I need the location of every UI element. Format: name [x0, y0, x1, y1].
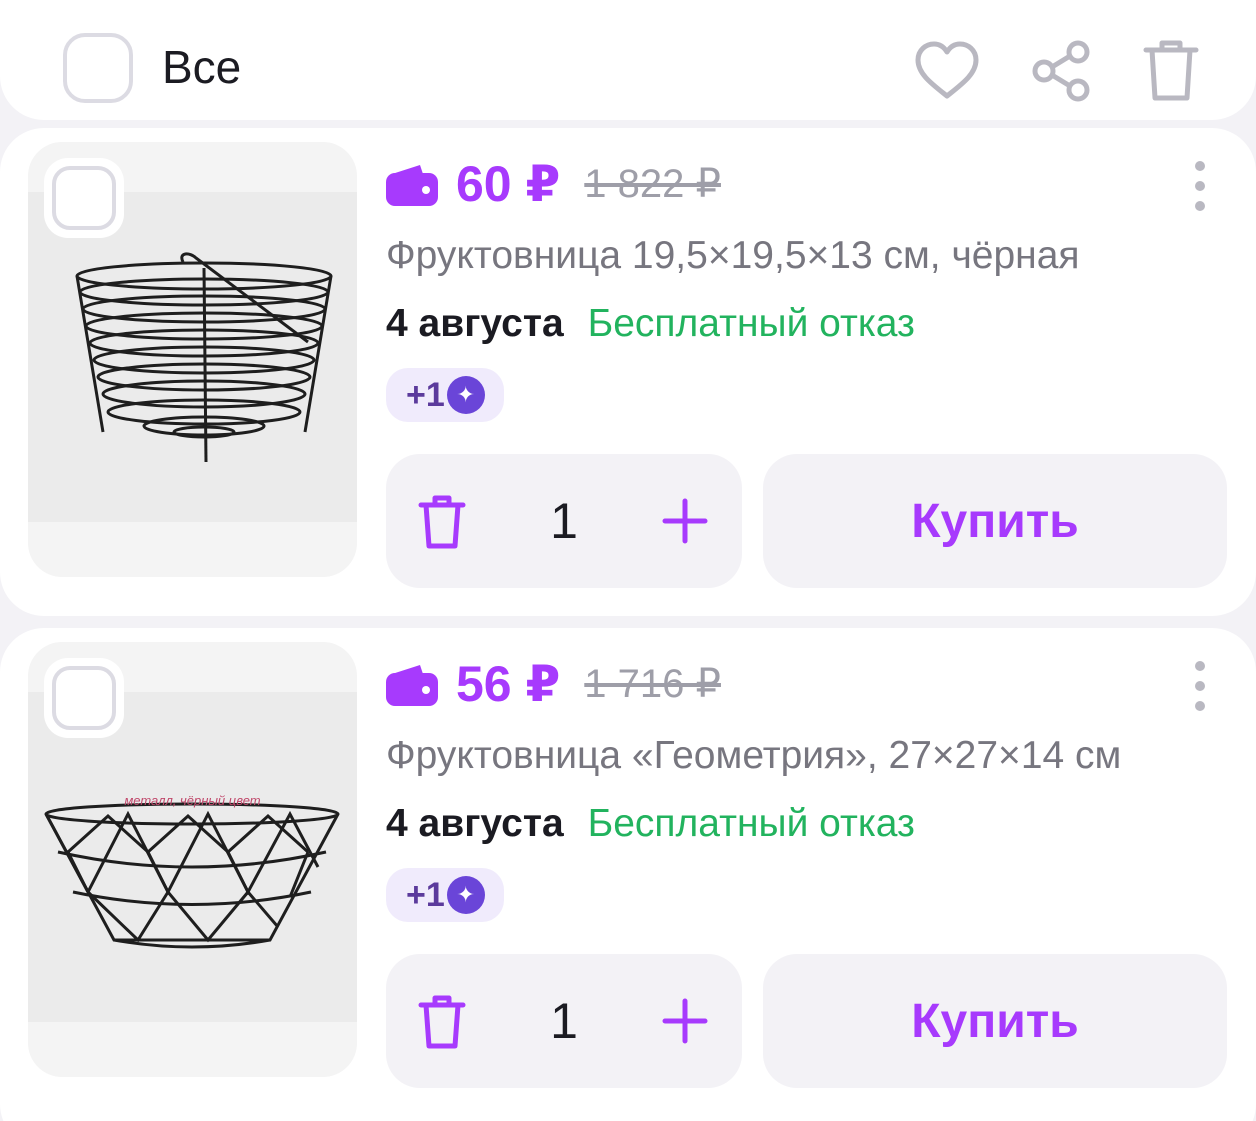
buy-button[interactable]: Купить	[763, 954, 1227, 1088]
trash-icon[interactable]	[1136, 36, 1206, 106]
price-row: 56 ₽ 1 716 ₽	[386, 654, 721, 714]
product-image[interactable]	[28, 142, 357, 577]
select-all-checkbox[interactable]	[63, 33, 133, 103]
bonus-amount: +1	[406, 375, 445, 414]
remove-item-trash-icon[interactable]	[416, 994, 468, 1050]
buy-button[interactable]: Купить	[763, 454, 1227, 588]
bonus-badge: +1 ✦	[386, 368, 504, 422]
item-select-checkbox[interactable]	[44, 658, 124, 738]
remove-item-trash-icon[interactable]	[416, 494, 468, 550]
free-refund-label: Бесплатный отказ	[587, 302, 915, 345]
quantity-stepper: 1	[386, 454, 742, 588]
product-image[interactable]: металл, чёрный цвет	[28, 642, 357, 1077]
bonus-coin-icon: ✦	[446, 876, 485, 914]
bonus-coin-icon: ✦	[446, 376, 485, 414]
price: 60 ₽	[456, 156, 561, 212]
free-refund-label: Бесплатный отказ	[587, 802, 915, 845]
old-price: 1 716 ₽	[584, 662, 721, 706]
more-options-icon[interactable]	[1180, 156, 1220, 216]
more-options-icon[interactable]	[1180, 656, 1220, 716]
delivery-info: 4 августа Бесплатный отказ	[386, 802, 915, 846]
plus-icon[interactable]	[662, 998, 708, 1044]
photo-caption: металл, чёрный цвет	[124, 793, 261, 808]
cart-item-card: 60 ₽ 1 822 ₽ Фруктовница 19,5×19,5×13 см…	[0, 128, 1256, 616]
plus-icon[interactable]	[662, 498, 708, 544]
quantity-value: 1	[550, 993, 578, 1049]
heart-icon[interactable]	[912, 36, 982, 106]
cart-item-card: металл, чёрный цвет 56 ₽ 1 716 ₽ Фруктов…	[0, 628, 1256, 1121]
bonus-amount: +1	[406, 875, 445, 914]
product-title[interactable]: Фруктовница 19,5×19,5×13 см, чёрная	[386, 234, 1226, 286]
bonus-badge: +1 ✦	[386, 868, 504, 922]
share-icon[interactable]	[1026, 36, 1096, 106]
cart-page: Все 60 ₽ 1 822 ₽ Фруктовница 19,5×19,5×1…	[0, 0, 1256, 1121]
select-all-label[interactable]: Все	[162, 40, 241, 94]
item-select-checkbox[interactable]	[44, 158, 124, 238]
old-price: 1 822 ₽	[584, 162, 721, 206]
delivery-date: 4 августа	[386, 302, 564, 345]
delivery-date: 4 августа	[386, 802, 564, 845]
price: 56 ₽	[456, 656, 561, 712]
delivery-info: 4 августа Бесплатный отказ	[386, 302, 915, 346]
product-photo-geometric-basket: металл, чёрный цвет	[28, 692, 357, 1022]
product-title[interactable]: Фруктовница «Геометрия», 27×27×14 см	[386, 734, 1226, 786]
wallet-icon	[386, 662, 438, 706]
product-photo-basket	[28, 192, 357, 522]
quantity-stepper: 1	[386, 954, 742, 1088]
wallet-icon	[386, 162, 438, 206]
quantity-value: 1	[550, 493, 578, 549]
cart-header: Все	[0, 0, 1256, 120]
price-row: 60 ₽ 1 822 ₽	[386, 154, 721, 214]
